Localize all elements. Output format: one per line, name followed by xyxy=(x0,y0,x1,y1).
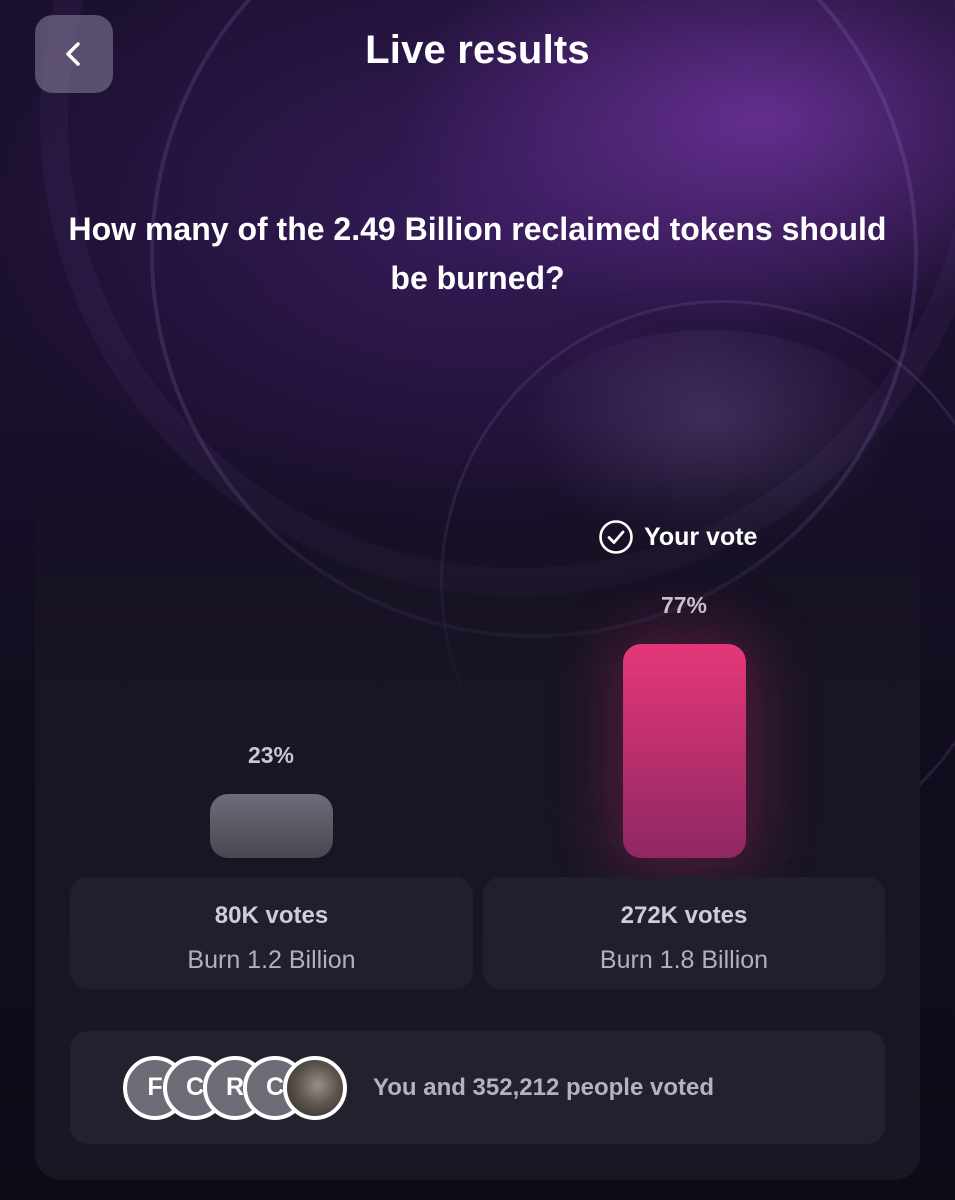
option-votes: 272K votes xyxy=(620,902,748,929)
option-label: Burn 1.8 Billion xyxy=(599,946,769,974)
option-card-selected[interactable]: 272K votes Burn 1.8 Billion xyxy=(483,877,885,989)
poll-question: How many of the 2.49 Billion reclaimed t… xyxy=(68,211,887,296)
avatar-photo xyxy=(283,1055,347,1120)
option-bar xyxy=(210,794,333,858)
option-card[interactable]: 80K votes Burn 1.2 Billion xyxy=(70,877,473,989)
page-title: Live results xyxy=(365,28,590,72)
option-percent: 77% xyxy=(660,592,708,618)
your-vote-label: Your vote xyxy=(644,522,758,551)
option-label: Burn 1.2 Billion xyxy=(187,946,356,974)
your-vote-indicator: Your vote xyxy=(598,519,757,555)
voter-avatars: F C R C xyxy=(123,1055,347,1120)
option-votes: 80K votes xyxy=(214,902,329,929)
voters-count-text: You and 352,212 people voted xyxy=(373,1073,714,1101)
option-bar-selected xyxy=(623,644,746,858)
option-percent: 23% xyxy=(247,742,295,768)
voters-summary: F C R C You and 352,212 people voted xyxy=(70,1031,885,1144)
check-circle-icon xyxy=(599,520,633,554)
